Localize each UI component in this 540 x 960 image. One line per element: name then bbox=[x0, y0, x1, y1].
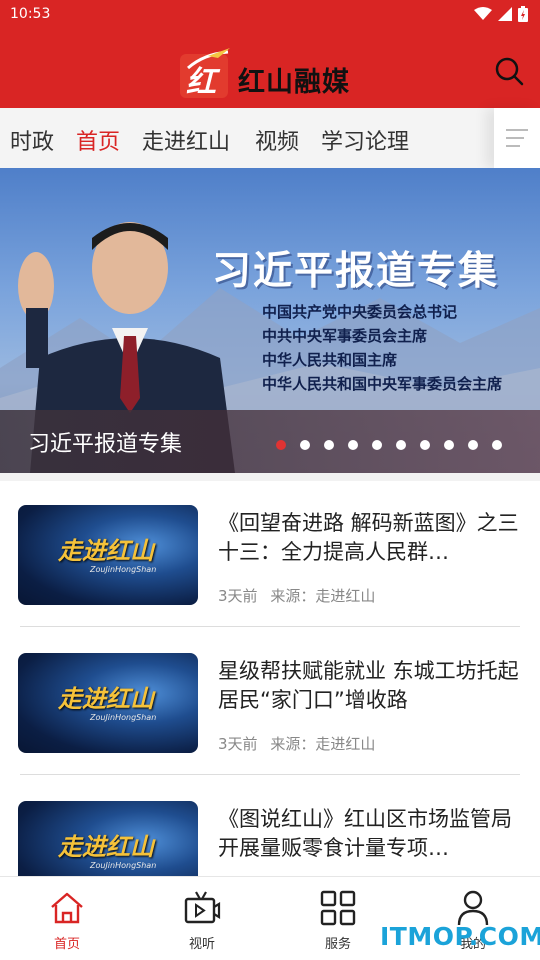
carousel-dot[interactable] bbox=[492, 440, 502, 450]
carousel-dot[interactable] bbox=[324, 440, 334, 450]
wifi-icon bbox=[474, 7, 492, 20]
status-bar: 10:53 bbox=[0, 0, 540, 30]
thumbnail-title: 走进红山 bbox=[58, 685, 154, 713]
thumbnail-subtitle: ZouJinHongShan bbox=[90, 861, 157, 870]
news-meta: 3天前 来源：走进红山 bbox=[218, 585, 375, 606]
banner-subtitles: 中国共产党中央委员会总书记 中共中央军事委员会主席 中华人民共和国主席 中华人民… bbox=[262, 300, 502, 396]
app-title: 红山融媒 bbox=[238, 67, 350, 98]
news-thumbnail: 走进红山 ZouJinHongShan bbox=[18, 505, 198, 605]
channel-menu-button[interactable] bbox=[494, 108, 540, 168]
carousel-dot[interactable] bbox=[348, 440, 358, 450]
carousel-dot[interactable] bbox=[276, 440, 286, 450]
news-meta: 3天前 来源：走进红山 bbox=[218, 733, 375, 754]
list-separator bbox=[20, 774, 520, 775]
logo-glyph: 红 bbox=[186, 66, 221, 99]
status-time: 10:53 bbox=[10, 6, 51, 22]
menu-lines-icon bbox=[506, 129, 528, 147]
banner-subtitle: 中国共产党中央委员会总书记 bbox=[262, 303, 458, 321]
nav-label: 视听 bbox=[188, 937, 215, 952]
battery-icon bbox=[518, 6, 528, 22]
thumbnail-subtitle: ZouJinHongShan bbox=[90, 565, 157, 574]
carousel-dot[interactable] bbox=[396, 440, 406, 450]
news-source: 来源：走进红山 bbox=[270, 587, 376, 605]
news-item[interactable]: 走进红山 ZouJinHongShan 《回望奋进路 解码新蓝图》之三十三：全力… bbox=[0, 481, 540, 629]
tab-zoujin-hongshan[interactable]: 走进红山 bbox=[142, 124, 230, 156]
news-title: 《回望奋进路 解码新蓝图》之三十三：全力提高人民群… bbox=[218, 511, 519, 564]
thumbnail-title: 走进红山 bbox=[58, 833, 154, 861]
banner-caption: 习近平报道专集 bbox=[28, 432, 183, 457]
banner-subtitle: 中华人民共和国主席 bbox=[262, 351, 398, 369]
video-tv-icon bbox=[184, 891, 221, 924]
tab-study-theory[interactable]: 学习论理 bbox=[321, 124, 409, 156]
app-header: 红 红山融媒 bbox=[0, 30, 540, 108]
channel-tabs: 时政 首页 走进红山 视频 学习论理 bbox=[0, 108, 540, 168]
signal-icon bbox=[498, 7, 512, 21]
news-time: 3天前 bbox=[218, 735, 258, 753]
search-icon[interactable] bbox=[494, 56, 524, 86]
status-icons bbox=[474, 6, 528, 22]
carousel-dot[interactable] bbox=[468, 440, 478, 450]
news-source: 来源：走进红山 bbox=[270, 735, 376, 753]
grid-icon bbox=[320, 890, 356, 926]
news-item[interactable]: 走进红山 ZouJinHongShan 星级帮扶赋能就业 东城工坊托起居民“家门… bbox=[0, 629, 540, 777]
nav-label: 首页 bbox=[53, 937, 80, 952]
nav-services[interactable]: 服务 bbox=[293, 889, 383, 952]
news-thumbnail: 走进红山 ZouJinHongShan bbox=[18, 653, 198, 753]
carousel-indicators bbox=[276, 440, 502, 450]
carousel-dot[interactable] bbox=[444, 440, 454, 450]
tab-video[interactable]: 视频 bbox=[255, 124, 299, 156]
app-logo: 红 bbox=[180, 48, 230, 99]
banner-subtitle: 中共中央军事委员会主席 bbox=[262, 327, 428, 345]
tab-home[interactable]: 首页 bbox=[76, 124, 120, 156]
carousel-dot[interactable] bbox=[300, 440, 310, 450]
banner-heading: 习近平报道专集 bbox=[212, 249, 500, 294]
news-title: 《图说红山》红山区市场监管局开展量贩零食计量专项… bbox=[218, 807, 512, 860]
tab-shizheng[interactable]: 时政 bbox=[10, 124, 54, 156]
carousel-dot[interactable] bbox=[372, 440, 382, 450]
news-time: 3天前 bbox=[218, 587, 258, 605]
news-title: 星级帮扶赋能就业 东城工坊托起居民“家门口”增收路 bbox=[218, 659, 519, 712]
nav-label: 服务 bbox=[324, 937, 351, 952]
nav-home[interactable]: 首页 bbox=[22, 889, 112, 952]
hero-banner[interactable]: 习近平报道专集 中国共产党中央委员会总书记 中共中央军事委员会主席 中华人民共和… bbox=[0, 168, 540, 473]
section-gap bbox=[0, 473, 540, 481]
watermark: ITMOP.COM bbox=[380, 922, 540, 951]
nav-audiovisual[interactable]: 视听 bbox=[157, 889, 247, 952]
carousel-dot[interactable] bbox=[420, 440, 430, 450]
home-icon bbox=[51, 892, 83, 924]
list-separator bbox=[20, 626, 520, 627]
thumbnail-subtitle: ZouJinHongShan bbox=[90, 713, 157, 722]
banner-subtitle: 中华人民共和国中央军事委员会主席 bbox=[262, 375, 503, 393]
thumbnail-title: 走进红山 bbox=[58, 537, 154, 565]
